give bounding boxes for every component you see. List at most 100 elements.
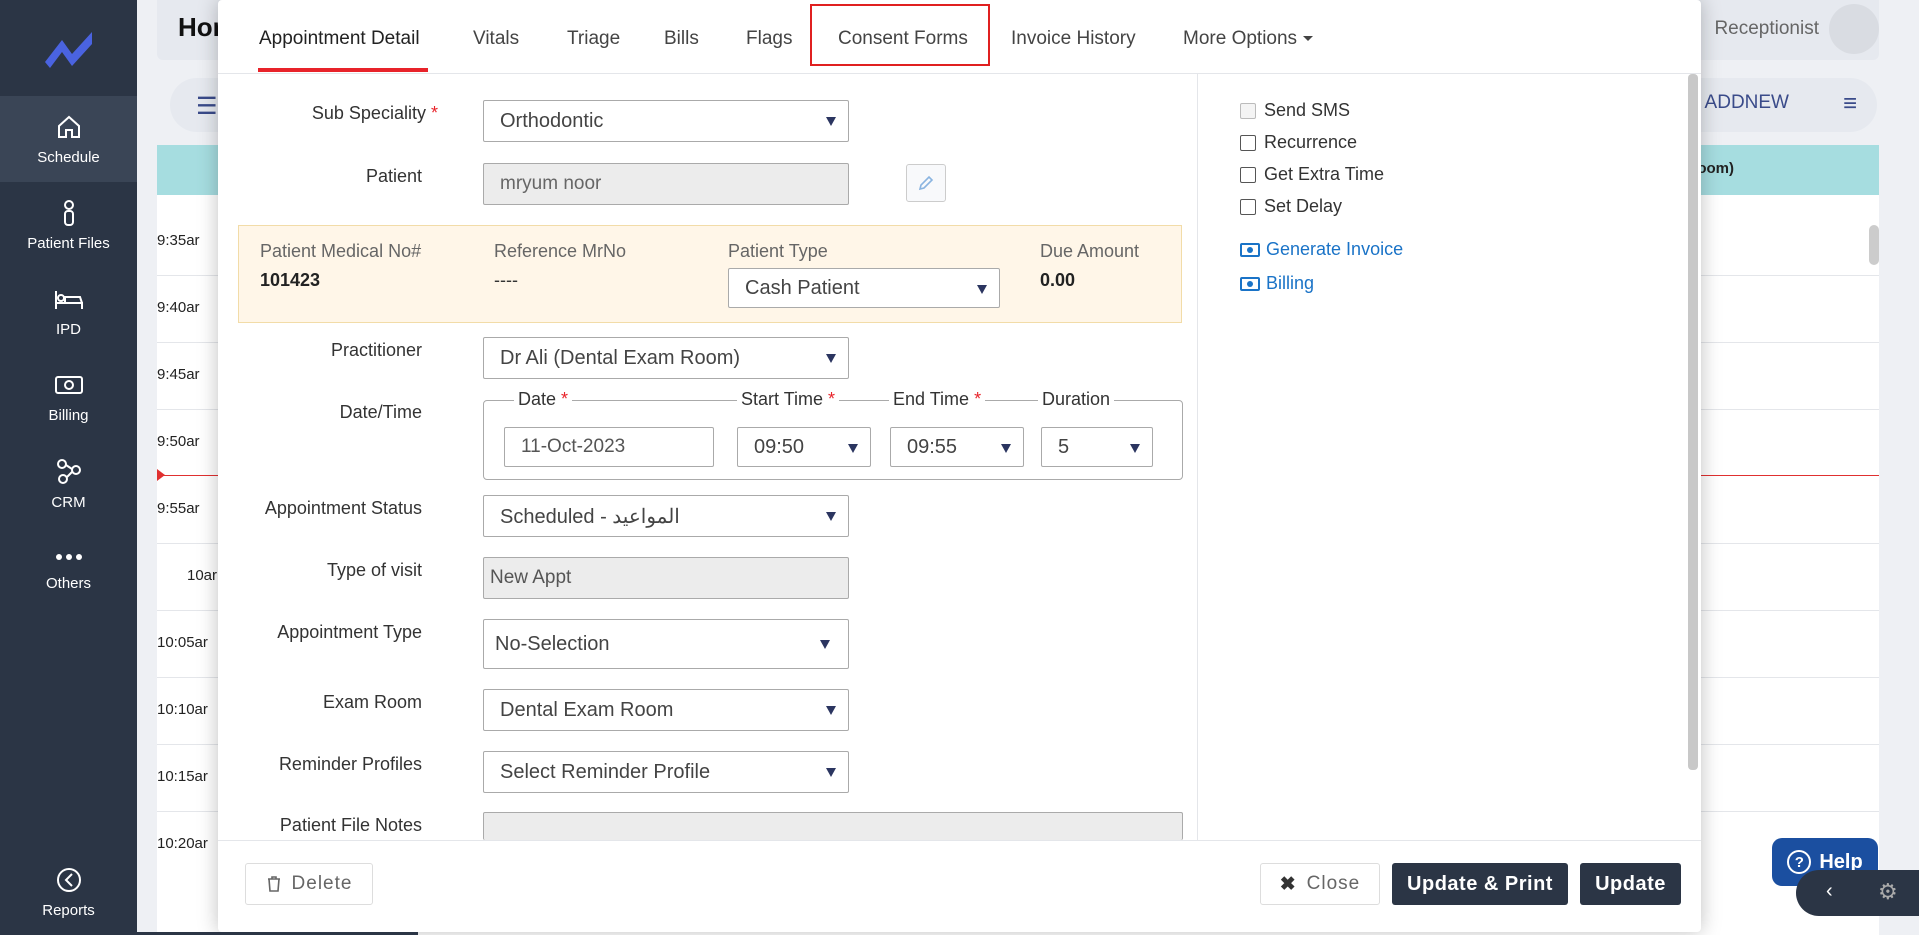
patient-info-panel: Patient Medical No# 101423 Reference MrN… — [238, 225, 1182, 323]
exam-room-label: Exam Room — [322, 692, 422, 712]
modal-scrollbar[interactable] — [1688, 74, 1698, 770]
generate-invoice-link[interactable]: Generate Invoice — [1240, 239, 1403, 260]
patient-label: Patient — [365, 166, 422, 186]
sidebar-item-billing[interactable]: Billing — [0, 354, 137, 440]
tab-vitals[interactable]: Vitals — [473, 28, 519, 50]
required-marker: * — [828, 389, 836, 409]
exam-room-select[interactable]: Dental Exam Room — [483, 689, 849, 731]
set-delay-checkbox[interactable] — [1240, 198, 1256, 215]
date-input[interactable]: 11-Oct-2023 — [504, 427, 714, 467]
sidebar-item-crm[interactable]: CRM — [0, 440, 137, 526]
tab-flags[interactable]: Flags — [746, 28, 792, 50]
close-icon: ✖ — [1279, 873, 1297, 895]
appointment-status-select[interactable]: Scheduled - المواعيد — [483, 495, 849, 537]
sidebar-item-label: IPD — [55, 320, 81, 338]
required-marker: * — [974, 389, 982, 409]
modal-footer: Delete ✖ Close Update & Print Update — [218, 840, 1701, 932]
dropdown-arrow-icon — [826, 706, 836, 715]
sub-speciality-select[interactable]: Orthodontic — [483, 100, 849, 142]
reminder-profiles-select[interactable]: Select Reminder Profile — [483, 751, 849, 793]
dropdown-arrow-icon — [1001, 444, 1011, 453]
column-divider — [1197, 74, 1198, 840]
required-marker: * — [430, 103, 438, 123]
practitioner-select[interactable]: Dr Ali (Dental Exam Room) — [483, 337, 849, 379]
patient-type-value: Cash Patient — [745, 276, 860, 299]
caret-down-icon — [1303, 36, 1314, 42]
end-time-select[interactable]: 09:55 — [890, 427, 1024, 467]
time-slot: 10:20ar — [157, 835, 208, 852]
more-dots-icon — [55, 553, 82, 560]
start-time-legend-text: Start Time — [741, 389, 824, 409]
sidebar-item-schedule[interactable]: Schedule — [0, 96, 137, 182]
billing-link[interactable]: Billing — [1240, 273, 1314, 294]
list-icon[interactable]: ☰ — [196, 92, 218, 121]
gear-icon[interactable]: ⚙ — [1878, 879, 1898, 905]
set-delay-option[interactable]: Set Delay — [1240, 196, 1342, 217]
dropdown-arrow-icon — [826, 117, 836, 126]
chevron-left-icon[interactable]: ‹ — [1826, 880, 1833, 903]
logo-icon — [44, 32, 92, 68]
appointment-type-select[interactable]: No-Selection — [483, 619, 849, 669]
extra-time-option[interactable]: Get Extra Time — [1240, 164, 1384, 185]
sub-speciality-value: Orthodontic — [500, 109, 604, 132]
time-slot: 9:55ar — [157, 500, 200, 517]
time-slot: 10ar — [187, 567, 218, 584]
recurrence-option[interactable]: Recurrence — [1240, 132, 1357, 153]
date-legend-text: Date — [518, 389, 557, 409]
end-time-value: 09:55 — [907, 435, 958, 458]
dropdown-arrow-icon — [826, 512, 836, 521]
cash-icon — [54, 375, 83, 394]
trash-icon — [267, 876, 280, 892]
due-amount-label: Due Amount — [1040, 241, 1140, 261]
menu-icon[interactable]: ≡ — [1843, 90, 1857, 118]
sub-speciality-label-text: Sub Speciality — [311, 103, 426, 123]
scrollbar[interactable] — [1869, 225, 1879, 265]
patient-file-notes-label: Patient File Notes — [279, 815, 422, 835]
dropdown-arrow-icon — [848, 444, 858, 453]
extra-time-checkbox[interactable] — [1240, 166, 1256, 183]
send-sms-option[interactable]: Send SMS — [1240, 100, 1350, 121]
tab-appointment-detail[interactable]: Appointment Detail — [259, 28, 420, 50]
tab-triage[interactable]: Triage — [567, 28, 620, 50]
tab-invoice-history[interactable]: Invoice History — [1011, 28, 1136, 50]
sidebar-item-label: CRM — [51, 493, 86, 511]
start-time-select[interactable]: 09:50 — [737, 427, 871, 467]
page-title: Hor — [178, 12, 223, 42]
time-slot: 10:05ar — [157, 634, 208, 651]
recurrence-checkbox[interactable] — [1240, 134, 1256, 151]
end-time-legend: End Time * — [889, 389, 986, 410]
sidebar-item-reports[interactable]: Reports — [0, 849, 137, 935]
send-sms-checkbox[interactable] — [1240, 102, 1256, 119]
app-logo[interactable] — [0, 0, 137, 96]
addnew-button[interactable]: ADDNEW — [1705, 92, 1789, 114]
time-slot: 9:40ar — [157, 299, 200, 316]
sidebar-item-ipd[interactable]: IPD — [0, 268, 137, 354]
avatar[interactable] — [1829, 4, 1879, 54]
tab-bills[interactable]: Bills — [664, 28, 699, 50]
delete-button[interactable]: Delete — [245, 863, 373, 905]
edit-patient-button[interactable] — [906, 164, 946, 202]
update-button[interactable]: Update — [1580, 863, 1681, 905]
start-time-value: 09:50 — [754, 435, 805, 458]
mrn-value: 101423 — [260, 270, 321, 290]
question-icon: ? — [1787, 850, 1812, 874]
appointment-type-label: Appointment Type — [277, 622, 422, 642]
sidebar-item-label: Reports — [42, 901, 95, 919]
sidebar-item-patient-files[interactable]: Patient Files — [0, 182, 137, 268]
datetime-label: Date/Time — [339, 402, 422, 422]
update-print-button[interactable]: Update & Print — [1392, 863, 1568, 905]
duration-legend: Duration — [1038, 389, 1115, 410]
mrn-label: Patient Medical No# — [260, 241, 422, 261]
reminder-profiles-label: Reminder Profiles — [278, 754, 422, 774]
bottom-toolbar: ‹ ⚙ — [1796, 870, 1919, 916]
pencil-icon — [918, 175, 934, 191]
user-role[interactable]: Receptionist — [1714, 18, 1819, 40]
billing-label: Billing — [1266, 273, 1315, 293]
tab-more-options[interactable]: More Options — [1183, 28, 1314, 50]
sidebar-item-label: Schedule — [37, 148, 100, 166]
patient-file-notes-field[interactable] — [483, 812, 1183, 840]
sidebar-item-others[interactable]: Others — [0, 526, 137, 612]
patient-type-select[interactable]: Cash Patient — [728, 268, 1000, 308]
duration-select[interactable]: 5 — [1041, 427, 1153, 467]
close-button[interactable]: ✖ Close — [1260, 863, 1380, 905]
